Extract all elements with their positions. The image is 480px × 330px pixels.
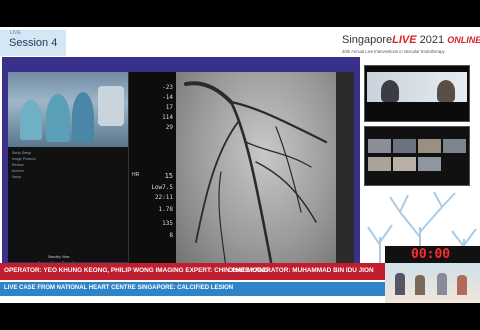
vital-value: 15 <box>164 172 173 180</box>
surgeon-figure <box>46 94 70 142</box>
vital-value: Low7.5 <box>151 184 173 191</box>
event-logo: SingaporeLIVE 2021 ONLINE 30th Annual Li… <box>338 31 480 59</box>
vital-value: 1.78 <box>158 206 173 213</box>
live-case-banner: LIVE CASE FROM NATIONAL HEART CENTRE SIN… <box>0 282 385 296</box>
timer-value: 00:00 <box>411 247 451 262</box>
logo-subtitle: 30th Annual Live Interventions in Vascul… <box>342 49 445 54</box>
ctrl-menu-item: Study Setup <box>12 151 32 155</box>
ctrl-standby-title: Standby View <box>48 255 70 259</box>
speaker-video-thumbnail <box>364 65 470 122</box>
panelist-grid-thumbnail <box>364 126 470 186</box>
vitals-monitor: -23 -14 17 114 29 HR 15 Low7.5 22:11 1.7… <box>128 72 177 274</box>
vital-value: 22:11 <box>154 194 173 201</box>
credits-banner: OPERATOR: YEO KHUNG KEONG, PHILIP WONG I… <box>0 263 385 280</box>
vital-label: HR <box>132 172 140 178</box>
logo-online: ONLINE <box>447 35 480 45</box>
session-title: Session 4 <box>9 37 58 49</box>
vital-value: 29 <box>165 124 173 131</box>
operating-room-video <box>8 72 128 147</box>
panelist-tile <box>418 139 441 153</box>
coronary-vessels <box>184 81 328 268</box>
acquisition-control-screen: Study Setup Image Protocol Review Archiv… <box>8 147 128 274</box>
chat-moderator-credit: CHAT MODERATOR: MUHAMMAD BIN IDU JION <box>228 267 374 274</box>
session-live-tag: LIVE <box>10 30 21 36</box>
stream-frame: LIVE Session 4 SingaporeLIVE 2021 ONLINE… <box>0 27 480 303</box>
logo-year: 2021 <box>416 34 448 46</box>
ctrl-menu-item: Image Protocol <box>12 157 36 161</box>
logo-prefix: Singapore <box>342 34 393 46</box>
vital-value: 8 <box>169 232 173 239</box>
surgeon-figure <box>20 100 42 140</box>
vital-value: 114 <box>162 114 173 121</box>
monitor-equipment <box>98 86 124 126</box>
logo-title: SingaporeLIVE 2021 ONLINE <box>342 34 480 46</box>
vital-value: 17 <box>165 104 173 111</box>
panelist-tile <box>393 139 416 153</box>
speaker-figure <box>437 80 455 102</box>
presenter-figure <box>415 275 425 295</box>
angiogram-border <box>336 72 354 274</box>
logo-live: LIVE <box>392 34 417 46</box>
main-video-content: Study Setup Image Protocol Review Archiv… <box>8 72 354 274</box>
presenter-figure <box>395 273 405 295</box>
surgeon-figure <box>72 92 94 142</box>
panelist-tile <box>418 157 441 171</box>
countdown-timer: 00:00 <box>385 246 480 263</box>
angiogram-image <box>176 72 336 274</box>
vital-value: -23 <box>162 84 173 91</box>
stage-video-thumbnail <box>385 263 480 303</box>
main-video-panel: Study Setup Image Protocol Review Archiv… <box>2 57 360 274</box>
panelist-tile <box>368 157 391 171</box>
ctrl-menu-item: Archive <box>12 169 24 173</box>
ctrl-menu-item: Review <box>12 163 24 167</box>
speaker-video-content <box>367 72 467 102</box>
panelist-tile <box>443 139 466 153</box>
vital-value: 135 <box>162 220 173 227</box>
vital-value: -14 <box>162 94 173 101</box>
panelist-tile <box>368 139 391 153</box>
ctrl-menu-item: Setup <box>12 175 22 179</box>
session-badge: LIVE Session 4 <box>0 30 66 56</box>
panelist-tile <box>393 157 416 171</box>
live-case-text: LIVE CASE FROM NATIONAL HEART CENTRE SIN… <box>4 285 234 291</box>
presenter-figure <box>457 275 467 295</box>
speaker-figure <box>381 80 399 102</box>
presenter-figure <box>437 273 447 295</box>
